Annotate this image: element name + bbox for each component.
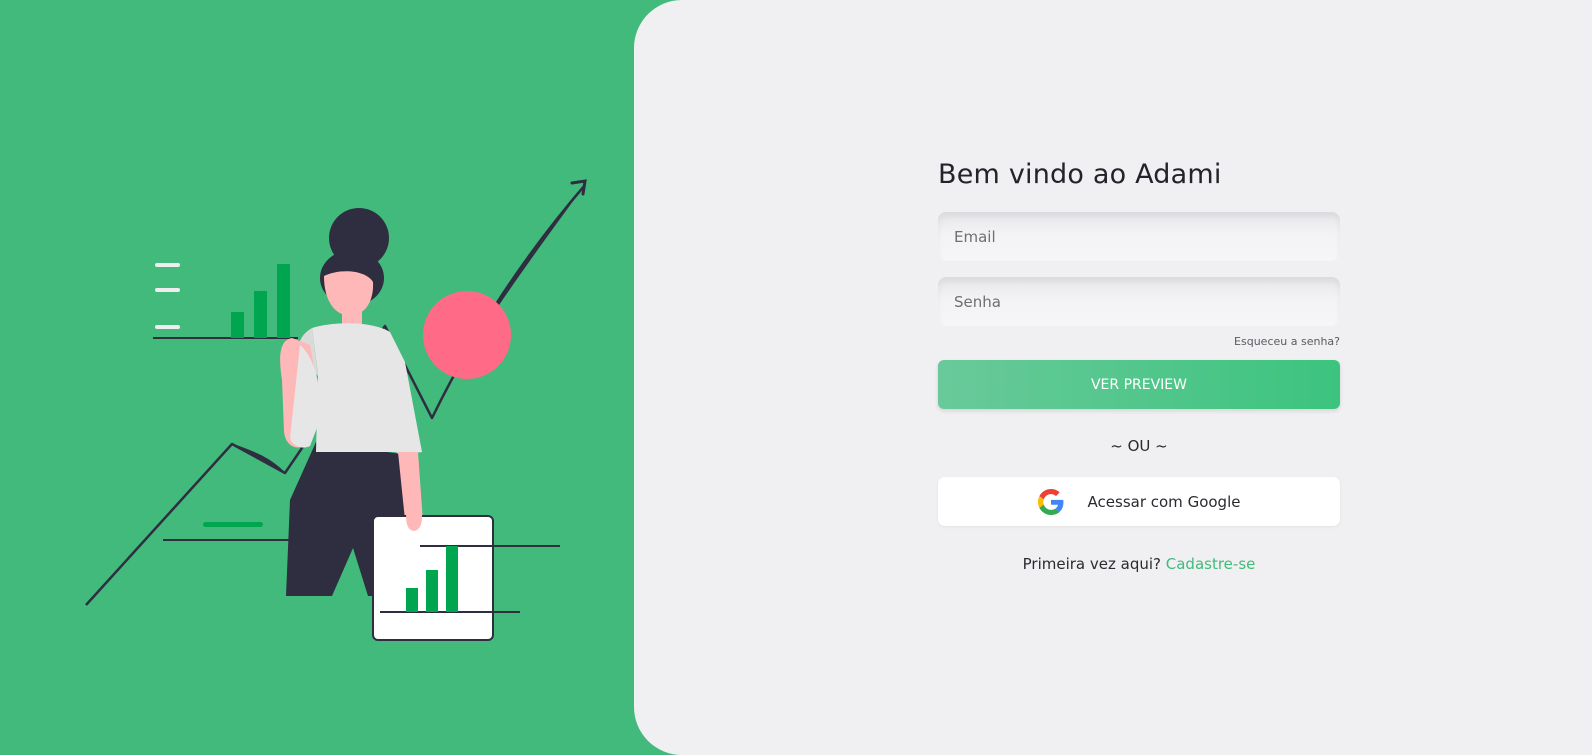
first-time-text: Primeira vez aqui? xyxy=(1022,555,1161,573)
google-login-button[interactable]: Acessar com Google xyxy=(938,477,1340,526)
bar-chart-icon xyxy=(153,263,298,339)
password-field[interactable] xyxy=(938,277,1340,326)
email-field[interactable] xyxy=(938,212,1340,261)
login-form: Bem vindo ao Adami Esqueceu a senha? VER… xyxy=(938,158,1340,574)
growth-illustration xyxy=(85,179,587,641)
email-field-wrapper xyxy=(938,212,1340,261)
or-divider: ~ OU ~ xyxy=(1110,437,1168,455)
signup-link[interactable]: Cadastre-se xyxy=(1166,555,1256,573)
presentation-board xyxy=(372,505,560,641)
forgot-password-link[interactable]: Esqueceu a senha? xyxy=(938,335,1340,349)
google-button-label: Acessar com Google xyxy=(1087,492,1241,511)
password-field-wrapper xyxy=(938,277,1340,326)
login-page: Bem vindo ao Adami Esqueceu a senha? VER… xyxy=(0,0,1592,755)
page-title: Bem vindo ao Adami xyxy=(938,159,1222,190)
preview-button[interactable]: VER PREVIEW xyxy=(938,360,1340,409)
pink-circle-icon xyxy=(423,291,511,379)
google-g-logo-icon xyxy=(1037,488,1063,515)
signup-prompt: Primeira vez aqui? Cadastre-se xyxy=(938,554,1340,574)
